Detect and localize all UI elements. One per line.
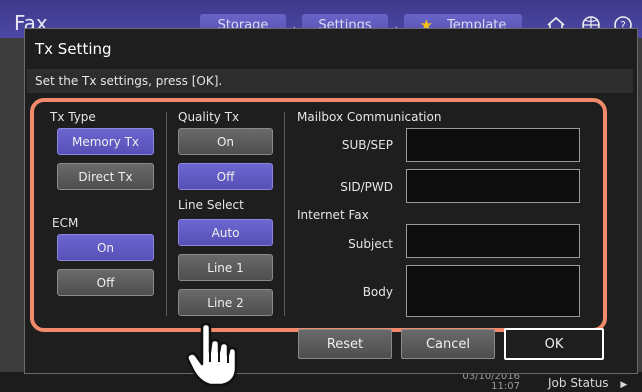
- clock-time: 11:07: [491, 381, 520, 392]
- reset-button[interactable]: Reset: [298, 329, 392, 359]
- highlight-frame: [30, 98, 607, 332]
- cancel-button[interactable]: Cancel: [401, 329, 495, 359]
- dialog-title: Tx Setting: [35, 40, 112, 58]
- hand-pointer-icon: [184, 322, 240, 388]
- status-bar: [0, 372, 642, 392]
- arrow-right-icon: ▶: [620, 380, 628, 390]
- instruction-bar: Set the Tx settings, press [OK].: [27, 69, 633, 93]
- clock: 03/10/2016 11:07: [460, 372, 520, 392]
- job-status-button[interactable]: Job Status ▶: [548, 376, 627, 390]
- job-status-label: Job Status: [548, 376, 609, 390]
- instruction-text: Set the Tx settings, press [OK].: [35, 74, 223, 88]
- ok-button[interactable]: OK: [504, 328, 604, 360]
